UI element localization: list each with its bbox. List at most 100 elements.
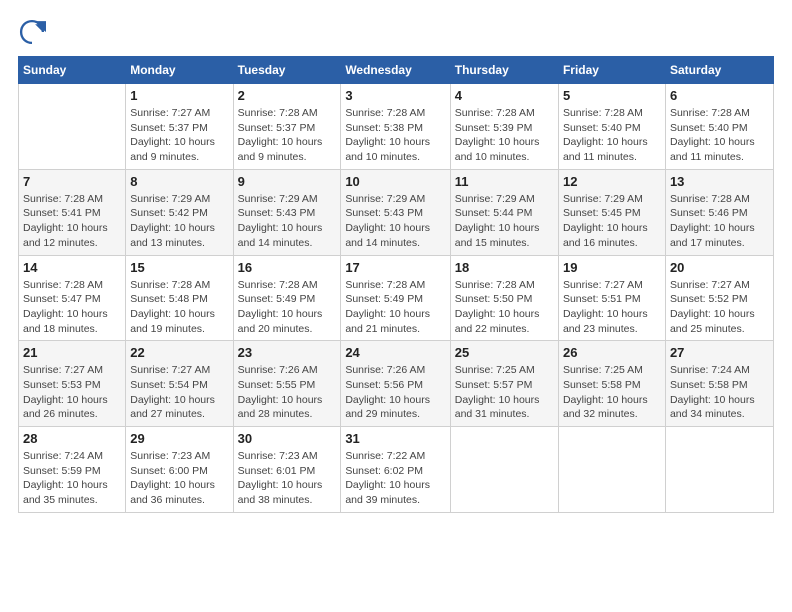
day-number: 10 [345,174,445,189]
day-number: 31 [345,431,445,446]
page: SundayMondayTuesdayWednesdayThursdayFrid… [0,0,792,612]
calendar-cell: 17 Sunrise: 7:28 AM Sunset: 5:49 PM Dayli… [341,255,450,341]
day-number: 6 [670,88,769,103]
calendar-cell: 5Sunrise: 7:28 AM Sunset: 5:40 PM Daylig… [558,84,665,170]
calendar-cell: 28 Sunrise: 7:24 AM Sunset: 5:59 PM Dayli… [19,427,126,513]
calendar-cell: 23Sunrise: 7:26 AM Sunset: 5:55 PM Dayli… [233,341,341,427]
day-info: Sunrise: 7:23 AM Sunset: 6:00 PM Dayligh… [130,449,228,508]
day-info: Sunrise: 7:28 AM Sunset: 5:46 PM Dayligh… [670,192,769,251]
day-info: Sunrise: 7:28 AM Sunset: 5:49 PM Dayligh… [345,278,445,337]
day-info: Sunrise: 7:28 AM Sunset: 5:37 PM Dayligh… [238,106,337,165]
calendar-cell: 9 Sunrise: 7:29 AM Sunset: 5:43 PM Daylig… [233,169,341,255]
day-number: 22 [130,345,228,360]
day-number: 9 [238,174,337,189]
calendar-cell: 6 Sunrise: 7:28 AM Sunset: 5:40 PM Daylig… [665,84,773,170]
day-number: 27 [670,345,769,360]
logo-icon [18,18,46,46]
day-number: 20 [670,260,769,275]
day-number: 13 [670,174,769,189]
day-number: 29 [130,431,228,446]
day-number: 12 [563,174,661,189]
header-day-thursday: Thursday [450,57,558,84]
calendar-cell: 25 Sunrise: 7:25 AM Sunset: 5:57 PM Dayli… [450,341,558,427]
day-number: 19 [563,260,661,275]
day-number: 25 [455,345,554,360]
calendar-cell: 20 Sunrise: 7:27 AM Sunset: 5:52 PM Dayli… [665,255,773,341]
day-number: 17 [345,260,445,275]
day-number: 2 [238,88,337,103]
calendar-cell: 26 Sunrise: 7:25 AM Sunset: 5:58 PM Dayli… [558,341,665,427]
header-day-saturday: Saturday [665,57,773,84]
day-info: Sunrise: 7:29 AM Sunset: 5:44 PM Dayligh… [455,192,554,251]
week-row-3: 14 Sunrise: 7:28 AM Sunset: 5:47 PM Dayli… [19,255,774,341]
day-info: Sunrise: 7:28 AM Sunset: 5:50 PM Dayligh… [455,278,554,337]
calendar-cell: 8Sunrise: 7:29 AM Sunset: 5:42 PM Daylig… [126,169,233,255]
calendar-cell: 18 Sunrise: 7:28 AM Sunset: 5:50 PM Dayli… [450,255,558,341]
day-info: Sunrise: 7:22 AM Sunset: 6:02 PM Dayligh… [345,449,445,508]
day-info: Sunrise: 7:28 AM Sunset: 5:38 PM Dayligh… [345,106,445,165]
day-info: Sunrise: 7:29 AM Sunset: 5:45 PM Dayligh… [563,192,661,251]
header-day-tuesday: Tuesday [233,57,341,84]
logo [18,18,50,46]
day-number: 18 [455,260,554,275]
day-info: Sunrise: 7:28 AM Sunset: 5:40 PM Dayligh… [670,106,769,165]
day-info: Sunrise: 7:28 AM Sunset: 5:49 PM Dayligh… [238,278,337,337]
calendar-cell: 11Sunrise: 7:29 AM Sunset: 5:44 PM Dayli… [450,169,558,255]
day-number: 23 [238,345,337,360]
calendar-cell: 13 Sunrise: 7:28 AM Sunset: 5:46 PM Dayli… [665,169,773,255]
day-number: 14 [23,260,121,275]
calendar-cell: 29 Sunrise: 7:23 AM Sunset: 6:00 PM Dayli… [126,427,233,513]
day-info: Sunrise: 7:24 AM Sunset: 5:59 PM Dayligh… [23,449,121,508]
day-number: 8 [130,174,228,189]
day-info: Sunrise: 7:25 AM Sunset: 5:57 PM Dayligh… [455,363,554,422]
calendar-table: SundayMondayTuesdayWednesdayThursdayFrid… [18,56,774,513]
day-number: 5 [563,88,661,103]
day-number: 28 [23,431,121,446]
calendar-cell: 22Sunrise: 7:27 AM Sunset: 5:54 PM Dayli… [126,341,233,427]
calendar-cell: 31 Sunrise: 7:22 AM Sunset: 6:02 PM Dayli… [341,427,450,513]
calendar-cell: 2 Sunrise: 7:28 AM Sunset: 5:37 PM Daylig… [233,84,341,170]
calendar-cell: 12 Sunrise: 7:29 AM Sunset: 5:45 PM Dayli… [558,169,665,255]
calendar-cell: 27 Sunrise: 7:24 AM Sunset: 5:58 PM Dayli… [665,341,773,427]
calendar-cell: 19Sunrise: 7:27 AM Sunset: 5:51 PM Dayli… [558,255,665,341]
week-row-1: 1Sunrise: 7:27 AM Sunset: 5:37 PM Daylig… [19,84,774,170]
calendar-cell [19,84,126,170]
header-day-friday: Friday [558,57,665,84]
day-number: 1 [130,88,228,103]
day-number: 21 [23,345,121,360]
header-day-wednesday: Wednesday [341,57,450,84]
day-info: Sunrise: 7:28 AM Sunset: 5:47 PM Dayligh… [23,278,121,337]
day-info: Sunrise: 7:28 AM Sunset: 5:39 PM Dayligh… [455,106,554,165]
day-info: Sunrise: 7:29 AM Sunset: 5:43 PM Dayligh… [345,192,445,251]
day-number: 26 [563,345,661,360]
week-row-4: 21 Sunrise: 7:27 AM Sunset: 5:53 PM Dayli… [19,341,774,427]
calendar-cell: 4 Sunrise: 7:28 AM Sunset: 5:39 PM Daylig… [450,84,558,170]
day-info: Sunrise: 7:27 AM Sunset: 5:53 PM Dayligh… [23,363,121,422]
day-info: Sunrise: 7:29 AM Sunset: 5:43 PM Dayligh… [238,192,337,251]
header-day-sunday: Sunday [19,57,126,84]
day-info: Sunrise: 7:28 AM Sunset: 5:48 PM Dayligh… [130,278,228,337]
day-info: Sunrise: 7:25 AM Sunset: 5:58 PM Dayligh… [563,363,661,422]
day-number: 30 [238,431,337,446]
day-number: 3 [345,88,445,103]
day-info: Sunrise: 7:23 AM Sunset: 6:01 PM Dayligh… [238,449,337,508]
calendar-cell: 10 Sunrise: 7:29 AM Sunset: 5:43 PM Dayli… [341,169,450,255]
day-info: Sunrise: 7:24 AM Sunset: 5:58 PM Dayligh… [670,363,769,422]
calendar-cell [450,427,558,513]
day-number: 4 [455,88,554,103]
calendar-cell: 21 Sunrise: 7:27 AM Sunset: 5:53 PM Dayli… [19,341,126,427]
calendar-cell: 3 Sunrise: 7:28 AM Sunset: 5:38 PM Daylig… [341,84,450,170]
day-number: 16 [238,260,337,275]
calendar-cell: 15 Sunrise: 7:28 AM Sunset: 5:48 PM Dayli… [126,255,233,341]
calendar-cell: 16 Sunrise: 7:28 AM Sunset: 5:49 PM Dayli… [233,255,341,341]
day-info: Sunrise: 7:27 AM Sunset: 5:52 PM Dayligh… [670,278,769,337]
day-info: Sunrise: 7:26 AM Sunset: 5:56 PM Dayligh… [345,363,445,422]
calendar-cell [665,427,773,513]
calendar-cell [558,427,665,513]
calendar-cell: 30 Sunrise: 7:23 AM Sunset: 6:01 PM Dayli… [233,427,341,513]
day-number: 15 [130,260,228,275]
week-row-2: 7Sunrise: 7:28 AM Sunset: 5:41 PM Daylig… [19,169,774,255]
day-number: 7 [23,174,121,189]
header-row: SundayMondayTuesdayWednesdayThursdayFrid… [19,57,774,84]
header [18,18,774,46]
